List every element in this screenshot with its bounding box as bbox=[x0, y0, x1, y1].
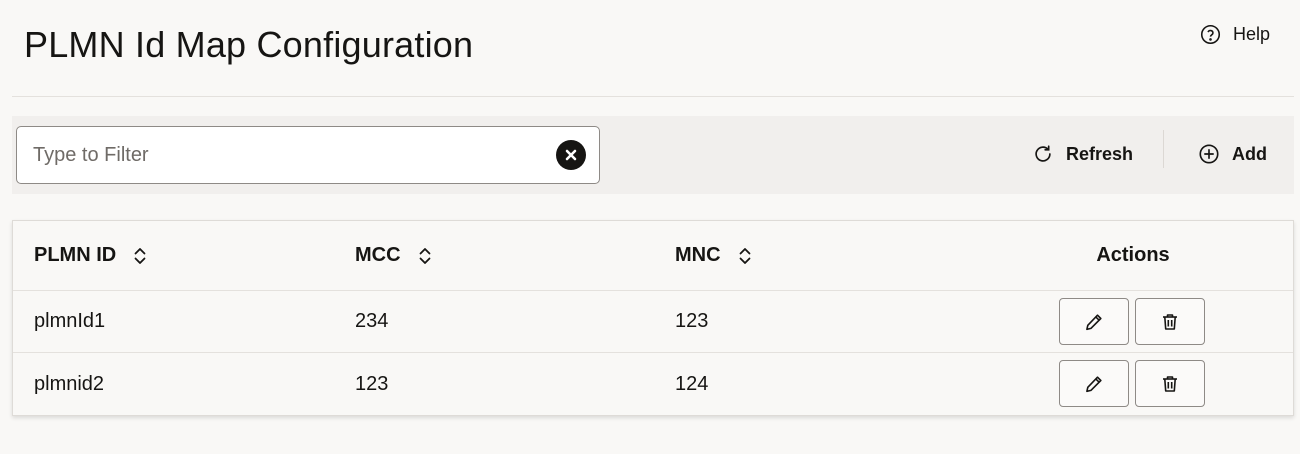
table-row: plmnid2 123 124 bbox=[13, 353, 1293, 415]
edit-button[interactable] bbox=[1059, 298, 1129, 345]
column-header-label: MCC bbox=[355, 244, 401, 266]
clear-icon bbox=[565, 149, 577, 161]
pencil-icon bbox=[1086, 313, 1102, 330]
filter-field[interactable] bbox=[16, 126, 600, 184]
column-header-mnc[interactable]: MNC bbox=[675, 221, 753, 290]
trash-icon bbox=[1163, 313, 1177, 330]
edit-button[interactable] bbox=[1059, 360, 1129, 407]
delete-button[interactable] bbox=[1135, 298, 1205, 345]
delete-button[interactable] bbox=[1135, 360, 1205, 407]
cell-plmn-id: plmnId1 bbox=[34, 310, 106, 332]
pencil-icon bbox=[1086, 375, 1102, 392]
column-header-plmn-id[interactable]: PLMN ID bbox=[34, 221, 148, 290]
refresh-icon bbox=[1035, 145, 1051, 162]
cell-mnc: 123 bbox=[675, 310, 709, 332]
add-circle-icon bbox=[1199, 144, 1219, 164]
help-link[interactable]: Help bbox=[1200, 24, 1270, 45]
table-row: plmnId1 234 123 bbox=[13, 291, 1293, 353]
plmn-table: PLMN ID MCC MNC Actions plmnId1 234 123 bbox=[12, 220, 1294, 416]
column-header-label: PLMN ID bbox=[34, 244, 117, 266]
toolbar-separator bbox=[1163, 130, 1164, 168]
add-button[interactable]: Add bbox=[1198, 138, 1267, 170]
cell-mnc: 124 bbox=[675, 372, 709, 395]
clear-filter-button[interactable] bbox=[556, 140, 586, 170]
cell-mcc: 234 bbox=[355, 310, 389, 332]
toolbar: Refresh Add bbox=[12, 116, 1294, 194]
header-divider bbox=[12, 96, 1294, 97]
sort-icon[interactable] bbox=[737, 246, 753, 266]
trash-icon bbox=[1163, 375, 1177, 392]
refresh-button[interactable]: Refresh bbox=[1032, 138, 1133, 170]
page-title: PLMN Id Map Configuration bbox=[24, 24, 474, 65]
column-header-actions: Actions bbox=[1096, 244, 1170, 266]
help-circle-icon bbox=[1200, 24, 1221, 45]
column-header-label: MNC bbox=[675, 244, 721, 266]
table-header-row: PLMN ID MCC MNC Actions bbox=[13, 221, 1293, 291]
add-label: Add bbox=[1232, 143, 1267, 164]
cell-mcc: 123 bbox=[355, 372, 389, 395]
sort-icon[interactable] bbox=[132, 246, 148, 266]
sort-icon[interactable] bbox=[417, 246, 433, 266]
column-header-mcc[interactable]: MCC bbox=[355, 221, 433, 290]
filter-input[interactable] bbox=[33, 127, 553, 183]
cell-plmn-id: plmnid2 bbox=[34, 372, 105, 395]
refresh-label: Refresh bbox=[1066, 143, 1134, 164]
help-label: Help bbox=[1232, 24, 1270, 44]
